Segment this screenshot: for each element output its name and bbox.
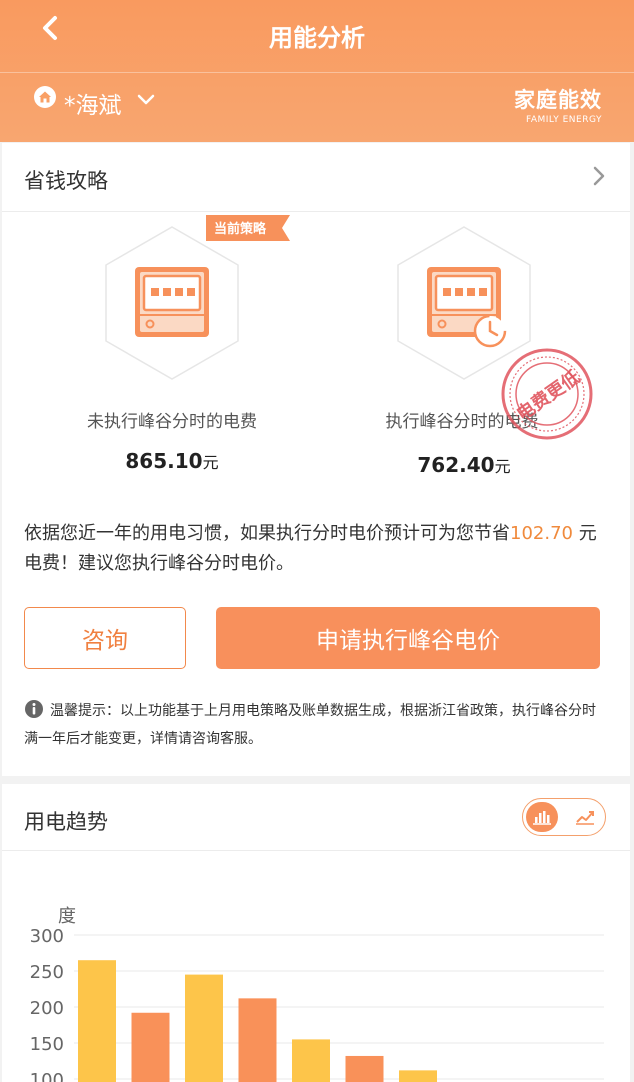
brand-title: 家庭能效: [514, 88, 602, 112]
savings-card: 省钱攻略 当前策略 未执行峰谷分时的电费 执行峰谷分时的电费 电费更低 865.…: [2, 143, 630, 776]
desc-text-before: 依据您近一年的用电习惯，如果执行分时电价预计可为您节省: [24, 523, 510, 544]
y-tick-100: 100: [30, 1070, 64, 1082]
savings-section-title[interactable]: 省钱攻略: [24, 165, 108, 195]
consult-button[interactable]: 咨询: [24, 607, 186, 669]
bar-5[interactable]: [292, 1039, 330, 1082]
option2-price: 762.40元: [354, 453, 574, 477]
current-strategy-ribbon: 当前策略: [206, 215, 290, 241]
savings-description: 依据您近一年的用电习惯，如果执行分时电价预计可为您节省102.70 元电费！建议…: [24, 519, 604, 579]
header: 用能分析 *海斌 家庭能效 FAMILY ENERGY: [0, 0, 634, 142]
bar-3[interactable]: [185, 974, 223, 1082]
option2-price-value: 762.40: [417, 453, 495, 477]
ribbon-label: 当前策略: [214, 222, 267, 237]
brand-subtitle: FAMILY ENERGY: [526, 115, 602, 125]
bar-2[interactable]: [131, 1012, 170, 1082]
usage-trend-chart: 度300 250 200 150 100: [30, 906, 604, 1082]
option2-price-unit: 元: [494, 457, 511, 476]
option1-price: 865.10元: [62, 449, 282, 473]
bar-1[interactable]: [78, 960, 116, 1082]
y-tick-250: 250: [30, 962, 64, 983]
y-tick-150: 150: [30, 1034, 64, 1055]
y-tick-200: 200: [30, 998, 64, 1019]
stamp-icon: 电费更低: [501, 348, 593, 440]
bar-4[interactable]: [238, 998, 277, 1082]
apply-peak-valley-button[interactable]: 申请执行峰谷电价: [216, 607, 600, 669]
home-icon: [34, 86, 56, 108]
option1-price-unit: 元: [202, 453, 219, 472]
chevron-right-icon[interactable]: [590, 165, 608, 187]
brand-logo: 家庭能效 FAMILY ENERGY: [514, 84, 602, 125]
section-divider: [2, 211, 630, 212]
option1-price-value: 865.10: [125, 449, 203, 473]
tip-text: 温馨提示：以上功能基于上月用电策略及账单数据生成，根据浙江省政策，执行峰谷分时满…: [24, 703, 596, 747]
bar-7[interactable]: [399, 1070, 437, 1082]
trend-card: 用电趋势 度 300 250 200 150 100: [2, 784, 630, 1082]
house-selector[interactable]: *海斌: [64, 86, 122, 120]
option1-label: 未执行峰谷分时的电费: [87, 412, 257, 432]
page-title: 用能分析: [269, 24, 365, 52]
bar-6[interactable]: [345, 1055, 384, 1082]
meter-icon: [105, 226, 239, 380]
y-axis-label: 度: [58, 906, 76, 927]
y-tick-300: 300: [30, 926, 64, 947]
header-divider: [0, 72, 634, 73]
chevron-down-icon[interactable]: [136, 92, 156, 108]
savings-amount: 102.70: [510, 523, 573, 544]
